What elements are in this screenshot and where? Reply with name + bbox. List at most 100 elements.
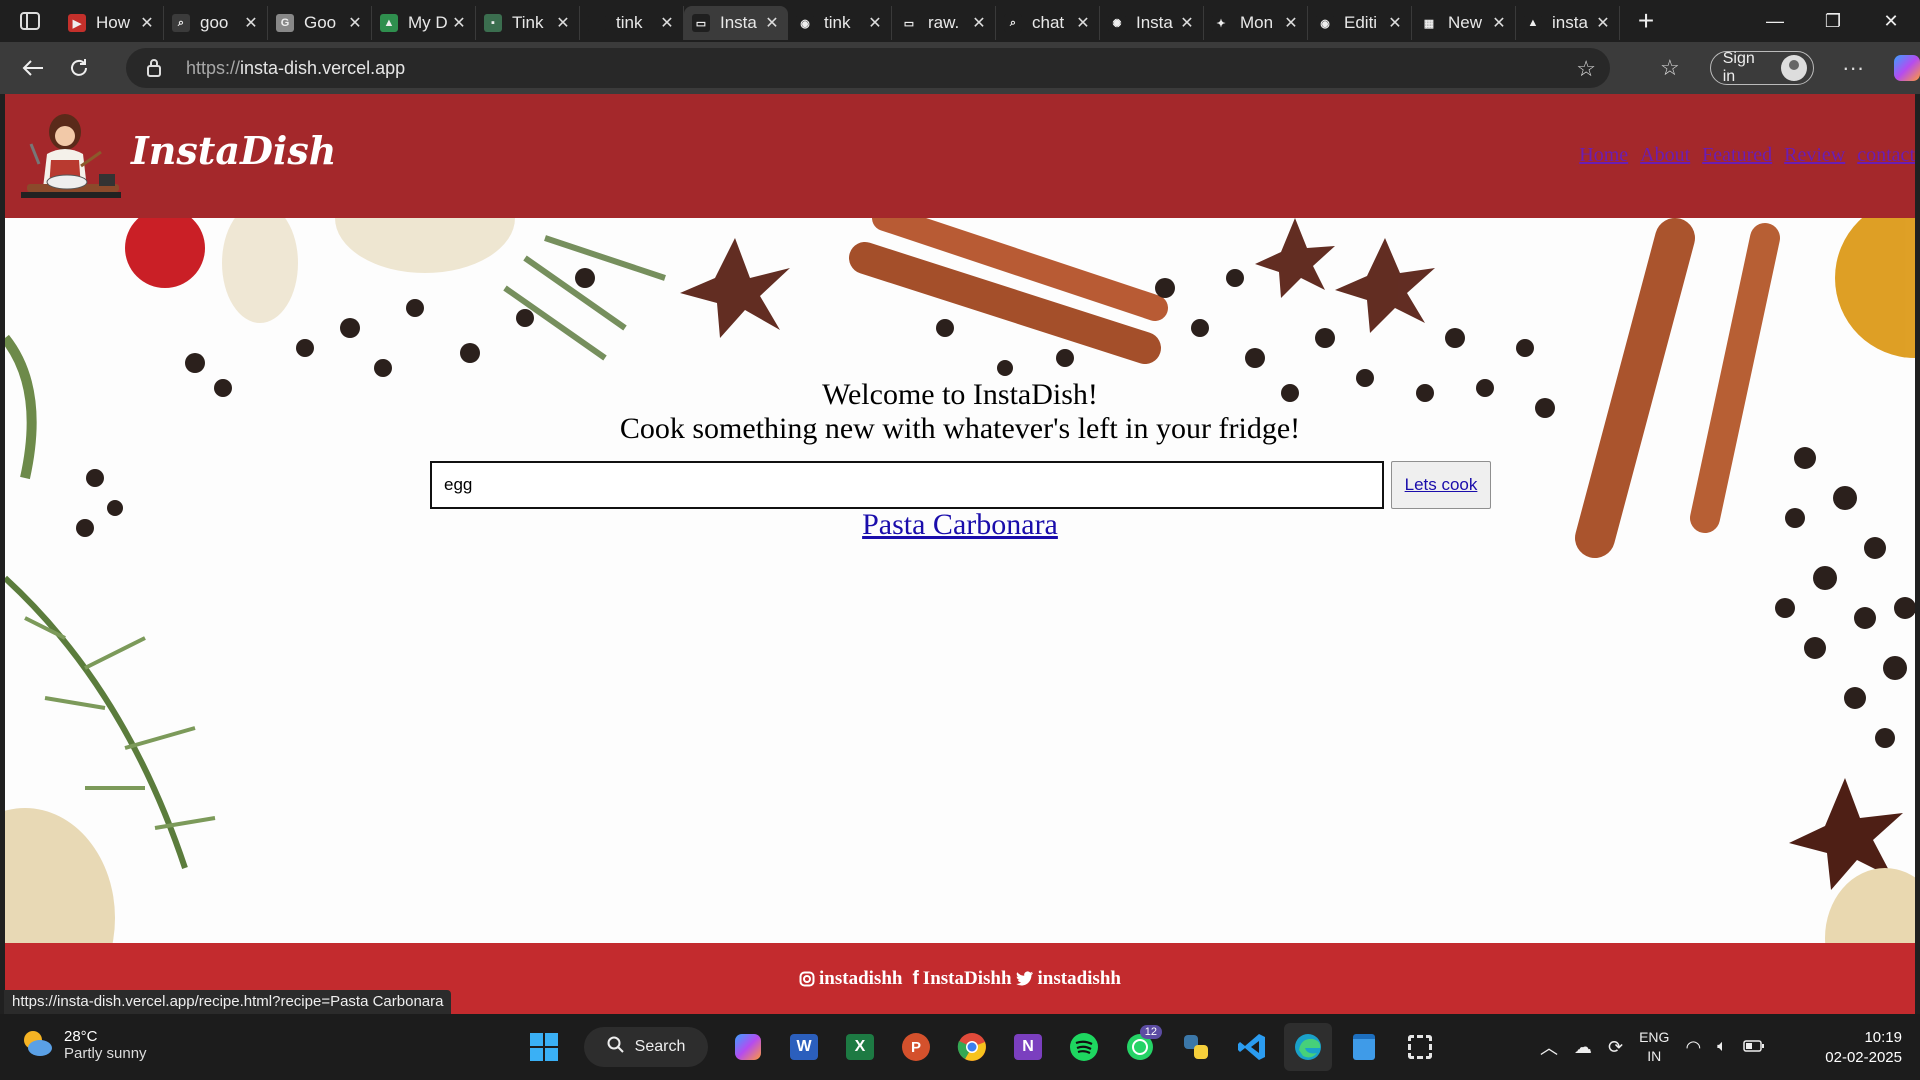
sign-in-button[interactable]: Sign in bbox=[1709, 50, 1815, 85]
wifi-icon[interactable]: ◠ bbox=[1685, 1037, 1701, 1058]
browser-tab[interactable]: tink ✕ bbox=[580, 6, 684, 40]
recipe-result-link[interactable]: Pasta Carbonara bbox=[862, 508, 1058, 541]
word-icon[interactable]: W bbox=[780, 1023, 828, 1071]
close-tab-icon[interactable]: ✕ bbox=[451, 13, 467, 33]
nav-review[interactable]: Review bbox=[1784, 144, 1845, 167]
battery-icon[interactable] bbox=[1743, 1039, 1765, 1056]
twitter-handle[interactable]: instadishh bbox=[1038, 968, 1121, 990]
chrome-icon[interactable] bbox=[948, 1023, 996, 1071]
close-tab-icon[interactable]: ✕ bbox=[1283, 13, 1299, 33]
taskbar-apps: Search W X P N 12 bbox=[520, 1023, 1444, 1071]
browser-tab[interactable]: ▶ How ✕ bbox=[60, 6, 164, 40]
browser-tab[interactable]: ▲ insta ✕ bbox=[1516, 6, 1620, 40]
browser-tab[interactable]: ⌕ chat ✕ bbox=[996, 6, 1100, 40]
close-tab-icon[interactable]: ✕ bbox=[1179, 13, 1195, 33]
close-tab-icon[interactable]: ✕ bbox=[659, 13, 675, 33]
ingredient-search-input[interactable] bbox=[430, 461, 1384, 509]
tab-favicon-icon: ✺ bbox=[1108, 14, 1126, 32]
nav-contact[interactable]: contact bbox=[1857, 144, 1915, 167]
profile-avatar-icon bbox=[1781, 55, 1808, 81]
tab-actions-icon[interactable] bbox=[0, 0, 60, 42]
reload-button[interactable] bbox=[58, 47, 100, 89]
volume-icon[interactable]: 🔈︎ bbox=[1717, 1038, 1727, 1056]
lang-code: ENG bbox=[1639, 1029, 1670, 1045]
snipping-tool-icon[interactable] bbox=[1396, 1023, 1444, 1071]
browser-tab[interactable]: ⌕ goo ✕ bbox=[164, 6, 268, 40]
browser-tab[interactable]: ◉ tink ✕ bbox=[788, 6, 892, 40]
close-tab-icon[interactable]: ✕ bbox=[867, 13, 883, 33]
new-tab-button[interactable]: + bbox=[1624, 0, 1668, 42]
whatsapp-icon[interactable]: 12 bbox=[1116, 1023, 1164, 1071]
browser-tab[interactable]: ✦ Mon ✕ bbox=[1204, 6, 1308, 40]
favorite-star-icon[interactable]: ☆ bbox=[1576, 56, 1596, 82]
tab-favicon-icon: ▭ bbox=[900, 14, 918, 32]
notepad-icon[interactable] bbox=[1340, 1023, 1388, 1071]
browser-tab[interactable]: ▪ Tink ✕ bbox=[476, 6, 580, 40]
tab-title: tink bbox=[616, 13, 643, 32]
browser-tab[interactable]: ▦ New ✕ bbox=[1412, 6, 1516, 40]
site-brand[interactable]: InstaDish bbox=[131, 128, 336, 173]
python-icon[interactable] bbox=[1172, 1023, 1220, 1071]
hero-section: Welcome to InstaDish! Cook something new… bbox=[5, 218, 1915, 943]
close-tab-icon[interactable]: ✕ bbox=[1595, 13, 1611, 33]
edge-icon[interactable] bbox=[1284, 1023, 1332, 1071]
clock-date: 02-02-2025 bbox=[1825, 1049, 1902, 1066]
spotify-icon[interactable] bbox=[1060, 1023, 1108, 1071]
nav-about[interactable]: About bbox=[1640, 144, 1690, 167]
close-tab-icon[interactable]: ✕ bbox=[1387, 13, 1403, 33]
system-clock[interactable]: 10:19 02-02-2025 bbox=[1825, 1028, 1902, 1068]
weather-widget[interactable]: 28°C Partly sunny bbox=[20, 1028, 147, 1062]
chevron-up-icon[interactable]: ︿ bbox=[1540, 1034, 1558, 1060]
lock-icon[interactable] bbox=[146, 58, 172, 78]
close-tab-icon[interactable]: ✕ bbox=[139, 13, 155, 33]
onedrive-icon[interactable]: ☁ bbox=[1574, 1037, 1592, 1058]
minimize-button[interactable]: — bbox=[1746, 0, 1804, 42]
browser-tab[interactable]: G Goo ✕ bbox=[268, 6, 372, 40]
facebook-icon[interactable]: f bbox=[912, 968, 918, 990]
vscode-icon[interactable] bbox=[1228, 1023, 1276, 1071]
start-icon[interactable] bbox=[520, 1023, 568, 1071]
clock-time: 10:19 bbox=[1864, 1029, 1902, 1046]
instagram-icon[interactable] bbox=[799, 971, 815, 987]
close-tab-icon[interactable]: ✕ bbox=[1491, 13, 1507, 33]
lets-cook-button[interactable]: Lets cook bbox=[1391, 461, 1491, 509]
system-tray: ︿ ☁ ⟳ ENG IN ◠ 🔈︎ bbox=[1540, 1014, 1765, 1080]
tab-title: Insta bbox=[720, 13, 757, 32]
twitter-icon[interactable] bbox=[1015, 971, 1034, 986]
instagram-handle[interactable]: instadishh bbox=[819, 968, 902, 990]
excel-icon[interactable]: X bbox=[836, 1023, 884, 1071]
close-tab-icon[interactable]: ✕ bbox=[764, 13, 780, 33]
tab-title: Mon bbox=[1240, 13, 1274, 32]
taskbar-search-button[interactable]: Search bbox=[584, 1027, 708, 1067]
facebook-handle[interactable]: InstaDishh bbox=[923, 968, 1012, 990]
copilot-app-icon[interactable] bbox=[724, 1023, 772, 1071]
browser-tab[interactable]: ✺ Insta ✕ bbox=[1100, 6, 1204, 40]
url-bar[interactable]: https:// insta-dish.vercel.app ☆ bbox=[126, 48, 1610, 88]
close-tab-icon[interactable]: ✕ bbox=[347, 13, 363, 33]
onenote-icon[interactable]: N bbox=[1004, 1023, 1052, 1071]
copilot-icon[interactable] bbox=[1894, 55, 1920, 81]
nav-home[interactable]: Home bbox=[1579, 144, 1628, 167]
close-window-button[interactable]: ✕ bbox=[1862, 0, 1920, 42]
input-language[interactable]: ENG IN bbox=[1639, 1028, 1669, 1066]
whatsapp-badge: 12 bbox=[1139, 1025, 1162, 1039]
favorites-icon[interactable]: ☆ bbox=[1660, 55, 1680, 81]
browser-tab[interactable]: ◉ Editi ✕ bbox=[1308, 6, 1412, 40]
nav-featured[interactable]: Featured bbox=[1702, 144, 1772, 167]
close-tab-icon[interactable]: ✕ bbox=[243, 13, 259, 33]
browser-tab[interactable]: ▲ My D ✕ bbox=[372, 6, 476, 40]
back-button[interactable] bbox=[12, 47, 54, 89]
more-menu-icon[interactable]: ··· bbox=[1842, 55, 1864, 81]
close-tab-icon[interactable]: ✕ bbox=[1075, 13, 1091, 33]
welcome-tagline: Cook something new with whatever's left … bbox=[619, 412, 1301, 445]
tab-favicon-icon: ▶ bbox=[68, 14, 86, 32]
powerpoint-icon[interactable]: P bbox=[892, 1023, 940, 1071]
sync-icon[interactable]: ⟳ bbox=[1608, 1037, 1623, 1058]
restore-button[interactable]: ❐ bbox=[1804, 0, 1862, 42]
close-tab-icon[interactable]: ✕ bbox=[555, 13, 571, 33]
browser-tab[interactable]: ▭ raw. ✕ bbox=[892, 6, 996, 40]
chef-logo bbox=[17, 104, 127, 208]
tab-favicon-icon: ▦ bbox=[1420, 14, 1438, 32]
browser-tab[interactable]: ▭ Insta ✕ bbox=[684, 6, 788, 40]
close-tab-icon[interactable]: ✕ bbox=[971, 13, 987, 33]
